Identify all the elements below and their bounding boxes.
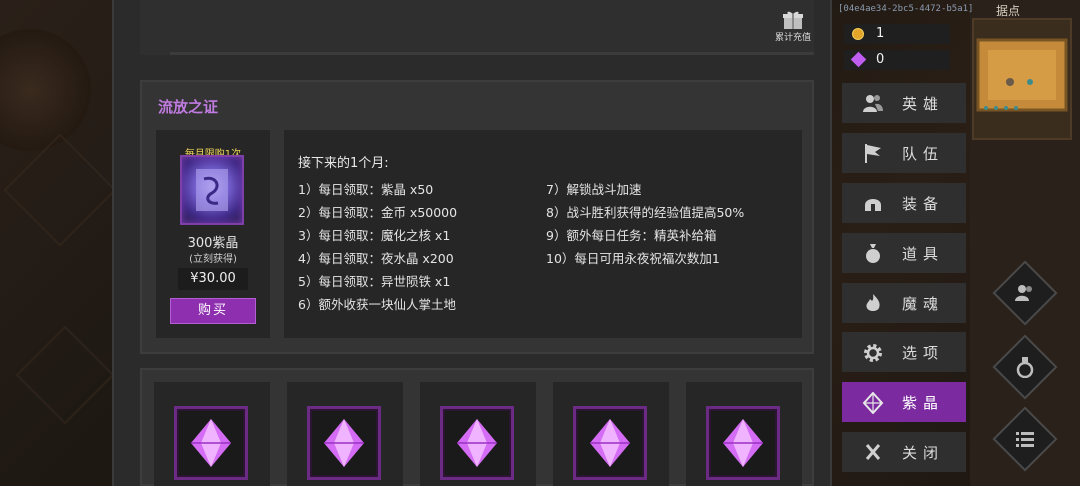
crystal-icon [862,391,884,415]
previous-card-edge [140,0,814,55]
gold-coin-icon [852,28,864,40]
benefit-item: 8）战斗胜利获得的经验值提高50% [546,205,745,220]
gold-value: 1 [876,26,885,41]
menu-heroes[interactable]: 英雄 [842,83,966,123]
crystal-small-icon [850,51,867,68]
pass-card: 流放之证 每月限购1次 300紫晶 (立刻获得) ¥30.00 购买 接下来的1… [140,80,814,354]
menu-items[interactable]: 道具 [842,233,966,273]
crystal-value: 0 [876,52,885,67]
benefit-item: 4）每日领取：夜水晶 x200 [298,251,454,266]
minimap[interactable] [972,18,1072,140]
helmet-icon [862,193,884,213]
benefit-item: 9）额外每日任务：精英补给箱 [546,228,717,243]
benefit-item: 3）每日领取：魔化之核 x1 [298,228,451,243]
menu-label: 魔魂 [902,295,945,313]
item-amount: 300紫晶 [187,236,239,251]
menu-label: 选项 [902,344,945,362]
benefits-intro: 接下来的1个月: [298,156,389,171]
flame-icon [862,293,884,313]
menu-label: 英雄 [902,95,945,113]
map-label: 据点 [996,4,1021,18]
benefits-right: 7）解锁战斗加速 8）战斗胜利获得的经验值提高50% 9）额外每日任务：精英补给… [546,178,744,270]
benefits-left: 1）每日领取：紫晶 x50 2）每日领取：金币 x50000 3）每日领取：魔化… [298,178,457,316]
gold-counter: 1 [844,24,950,44]
crystal-icon [307,406,381,480]
menu-team[interactable]: 队伍 [842,133,966,173]
menu-label: 道具 [902,245,945,263]
benefit-item: 10）每日可用永夜祝福次数加1 [546,251,720,266]
benefit-item: 1）每日领取：紫晶 x50 [298,182,434,197]
item-amount-note: (立刻获得) [189,254,237,265]
crystal-pack[interactable] [154,382,270,486]
debug-id: [04e4ae34-2bc5-4472-b5a1] [838,4,974,14]
potion-icon [1004,346,1046,388]
benefit-item: 5）每日领取：异世陨铁 x1 [298,274,451,289]
close-icon [862,442,884,462]
menu-label: 关闭 [902,444,945,462]
menu-label: 紫晶 [902,394,945,412]
menu-label: 装备 [902,195,945,213]
gear-icon [862,342,884,362]
menu-options[interactable]: 选项 [842,332,966,372]
crystal-pack[interactable] [287,382,403,486]
benefit-item: 7）解锁战斗加速 [546,182,642,197]
card-title: 流放之证 [158,98,219,116]
crystal-icon [174,406,248,480]
item-price: ¥30.00 [178,268,248,290]
crystal-packs-row [140,368,814,486]
benefit-item: 2）每日领取：金币 x50000 [298,205,458,220]
benefit-item: 6）额外收获一块仙人掌土地 [298,297,456,312]
crystal-icon [440,406,514,480]
crystal-pack[interactable] [553,382,669,486]
cumulative-recharge-button[interactable]: 累计充值 [766,10,820,43]
heroes-icon [862,93,884,113]
crystal-pack[interactable] [420,382,536,486]
menu-soul[interactable]: 魔魂 [842,283,966,323]
list-icon [1004,418,1046,460]
crystal-pack[interactable] [686,382,802,486]
crystal-icon [573,406,647,480]
buy-button[interactable]: 购买 [170,298,256,324]
benefits-panel: 接下来的1个月: 1）每日领取：紫晶 x50 2）每日领取：金币 x50000 … [284,130,802,338]
gift-label: 累计充值 [774,33,811,43]
crystal-icon [706,406,780,480]
scroll-icon [180,155,244,225]
heroes-icon [1004,272,1046,314]
menu-label: 队伍 [902,145,945,163]
flag-icon [862,143,884,163]
pass-item-box: 每月限购1次 300紫晶 (立刻获得) ¥30.00 购买 [156,130,270,338]
bag-icon [862,243,884,263]
menu-crystal[interactable]: 紫晶 [842,382,966,422]
menu-close[interactable]: 关闭 [842,432,966,472]
menu-equipment[interactable]: 装备 [842,183,966,223]
gift-icon [782,10,804,29]
crystal-counter: 0 [844,50,950,70]
